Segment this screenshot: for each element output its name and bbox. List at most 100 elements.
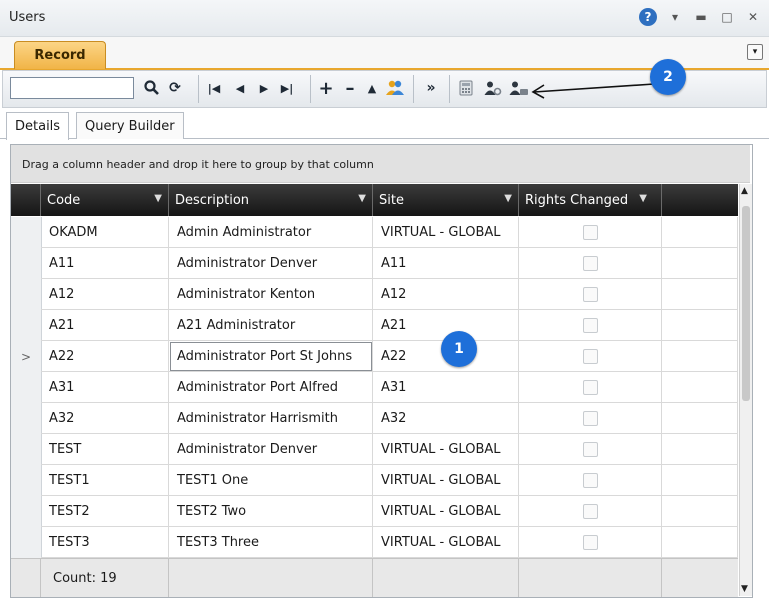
code-cell[interactable]: TEST1	[41, 465, 169, 496]
rights-changed-cell[interactable]	[519, 434, 662, 465]
row-indicator[interactable]	[11, 279, 42, 311]
refresh-icon[interactable]: ⟳	[166, 78, 184, 98]
description-cell[interactable]: TEST2 Two	[169, 496, 373, 527]
description-cell[interactable]: Administrator Port Alfred	[169, 372, 373, 403]
row-indicator[interactable]	[11, 217, 42, 249]
code-cell[interactable]: TEST	[41, 434, 169, 465]
filter-icon[interactable]: ▼	[639, 193, 647, 204]
rights-changed-cell[interactable]	[519, 372, 662, 403]
description-cell[interactable]: Administrator Port St Johns	[169, 341, 373, 372]
description-cell[interactable]: Administrator Denver	[169, 434, 373, 465]
row-indicator[interactable]	[11, 310, 42, 342]
row-indicator[interactable]	[11, 403, 42, 435]
calculator-icon[interactable]	[457, 78, 475, 98]
rights-changed-checkbox[interactable]	[582, 224, 598, 240]
table-row[interactable]: > A22 Administrator Port St Johns A22	[11, 341, 738, 373]
description-cell[interactable]: Admin Administrator	[169, 217, 373, 248]
minimize-icon[interactable]: ▬	[693, 9, 709, 25]
code-cell[interactable]: OKADM	[41, 217, 169, 248]
site-cell[interactable]: VIRTUAL - GLOBAL	[373, 217, 519, 248]
column-header-site[interactable]: Site ▼	[373, 184, 519, 216]
add-record-icon[interactable]: +	[317, 78, 335, 99]
next-record-icon[interactable]: ▶	[255, 78, 273, 98]
rights-changed-checkbox[interactable]	[582, 255, 598, 271]
table-row[interactable]: TEST Administrator Denver VIRTUAL - GLOBAL	[11, 434, 738, 466]
rights-changed-cell[interactable]	[519, 527, 662, 558]
user-settings-icon[interactable]	[483, 78, 503, 98]
table-row[interactable]: A11 Administrator Denver A11	[11, 248, 738, 280]
code-cell[interactable]: A32	[41, 403, 169, 434]
description-cell[interactable]: Administrator Denver	[169, 248, 373, 279]
rights-changed-cell[interactable]	[519, 217, 662, 248]
rights-changed-checkbox[interactable]	[582, 379, 598, 395]
rights-changed-checkbox[interactable]	[582, 348, 598, 364]
rights-changed-checkbox[interactable]	[582, 410, 598, 426]
close-icon[interactable]: ✕	[745, 9, 761, 25]
site-cell[interactable]: A12	[373, 279, 519, 310]
rights-changed-cell[interactable]	[519, 403, 662, 434]
description-cell[interactable]: A21 Administrator	[169, 310, 373, 341]
row-indicator[interactable]	[11, 434, 42, 466]
code-cell[interactable]: A22	[41, 341, 169, 372]
tab-record[interactable]: Record	[14, 41, 106, 69]
description-cell[interactable]: TEST1 One	[169, 465, 373, 496]
scrollbar-thumb[interactable]	[742, 206, 750, 401]
code-cell[interactable]: TEST3	[41, 527, 169, 558]
column-header-description[interactable]: Description ▼	[169, 184, 373, 216]
search-icon[interactable]	[143, 78, 161, 98]
rights-changed-checkbox[interactable]	[582, 472, 598, 488]
rights-changed-checkbox[interactable]	[582, 441, 598, 457]
code-cell[interactable]: TEST2	[41, 496, 169, 527]
group-by-panel[interactable]: Drag a column header and drop it here to…	[11, 145, 750, 183]
code-cell[interactable]: A11	[41, 248, 169, 279]
user-rights-icon[interactable]	[509, 78, 529, 98]
row-indicator[interactable]: >	[11, 341, 42, 373]
code-cell[interactable]: A12	[41, 279, 169, 310]
tab-details[interactable]: Details	[6, 112, 70, 140]
help-dropdown-icon[interactable]: ▾	[667, 9, 683, 25]
maximize-icon[interactable]: □	[719, 9, 735, 25]
row-indicator[interactable]	[11, 465, 42, 497]
last-record-icon[interactable]: ▶|	[278, 78, 296, 98]
previous-record-icon[interactable]: ◀	[231, 78, 249, 98]
table-row[interactable]: A31 Administrator Port Alfred A31	[11, 372, 738, 404]
description-cell[interactable]: Administrator Harrismith	[169, 403, 373, 434]
delete-record-icon[interactable]: –	[341, 78, 359, 99]
rights-changed-checkbox[interactable]	[582, 534, 598, 550]
site-cell[interactable]: VIRTUAL - GLOBAL	[373, 496, 519, 527]
rights-changed-cell[interactable]	[519, 248, 662, 279]
row-indicator[interactable]	[11, 372, 42, 404]
scroll-up-icon[interactable]: ▲	[741, 186, 748, 196]
site-cell[interactable]: VIRTUAL - GLOBAL	[373, 434, 519, 465]
site-cell[interactable]: A32	[373, 403, 519, 434]
rights-changed-cell[interactable]	[519, 341, 662, 372]
post-record-icon[interactable]: ▲	[363, 78, 381, 98]
site-cell[interactable]: VIRTUAL - GLOBAL	[373, 465, 519, 496]
more-actions-icon[interactable]: »	[421, 78, 441, 98]
rights-changed-checkbox[interactable]	[582, 317, 598, 333]
table-row[interactable]: TEST3 TEST3 Three VIRTUAL - GLOBAL	[11, 527, 738, 559]
site-cell[interactable]: VIRTUAL - GLOBAL	[373, 527, 519, 558]
column-header-rights-changed[interactable]: Rights Changed ▼	[519, 184, 662, 216]
rights-changed-cell[interactable]	[519, 310, 662, 341]
rights-changed-cell[interactable]	[519, 465, 662, 496]
site-cell[interactable]: A31	[373, 372, 519, 403]
rights-changed-cell[interactable]	[519, 496, 662, 527]
code-cell[interactable]: A21	[41, 310, 169, 341]
table-row[interactable]: TEST1 TEST1 One VIRTUAL - GLOBAL	[11, 465, 738, 497]
table-row[interactable]: A32 Administrator Harrismith A32	[11, 403, 738, 435]
rights-changed-cell[interactable]	[519, 279, 662, 310]
site-cell[interactable]: A11	[373, 248, 519, 279]
row-indicator[interactable]	[11, 527, 42, 559]
collapse-menu-icon[interactable]: ▾	[747, 44, 763, 60]
code-cell[interactable]: A31	[41, 372, 169, 403]
column-header-code[interactable]: Code ▼	[41, 184, 169, 216]
table-row[interactable]: A12 Administrator Kenton A12	[11, 279, 738, 311]
filter-icon[interactable]: ▼	[504, 193, 512, 204]
first-record-icon[interactable]: |◀	[205, 78, 223, 98]
rights-changed-checkbox[interactable]	[582, 503, 598, 519]
row-indicator[interactable]	[11, 248, 42, 280]
table-row[interactable]: OKADM Admin Administrator VIRTUAL - GLOBAL	[11, 217, 738, 249]
filter-icon[interactable]: ▼	[358, 193, 366, 204]
filter-icon[interactable]: ▼	[154, 193, 162, 204]
